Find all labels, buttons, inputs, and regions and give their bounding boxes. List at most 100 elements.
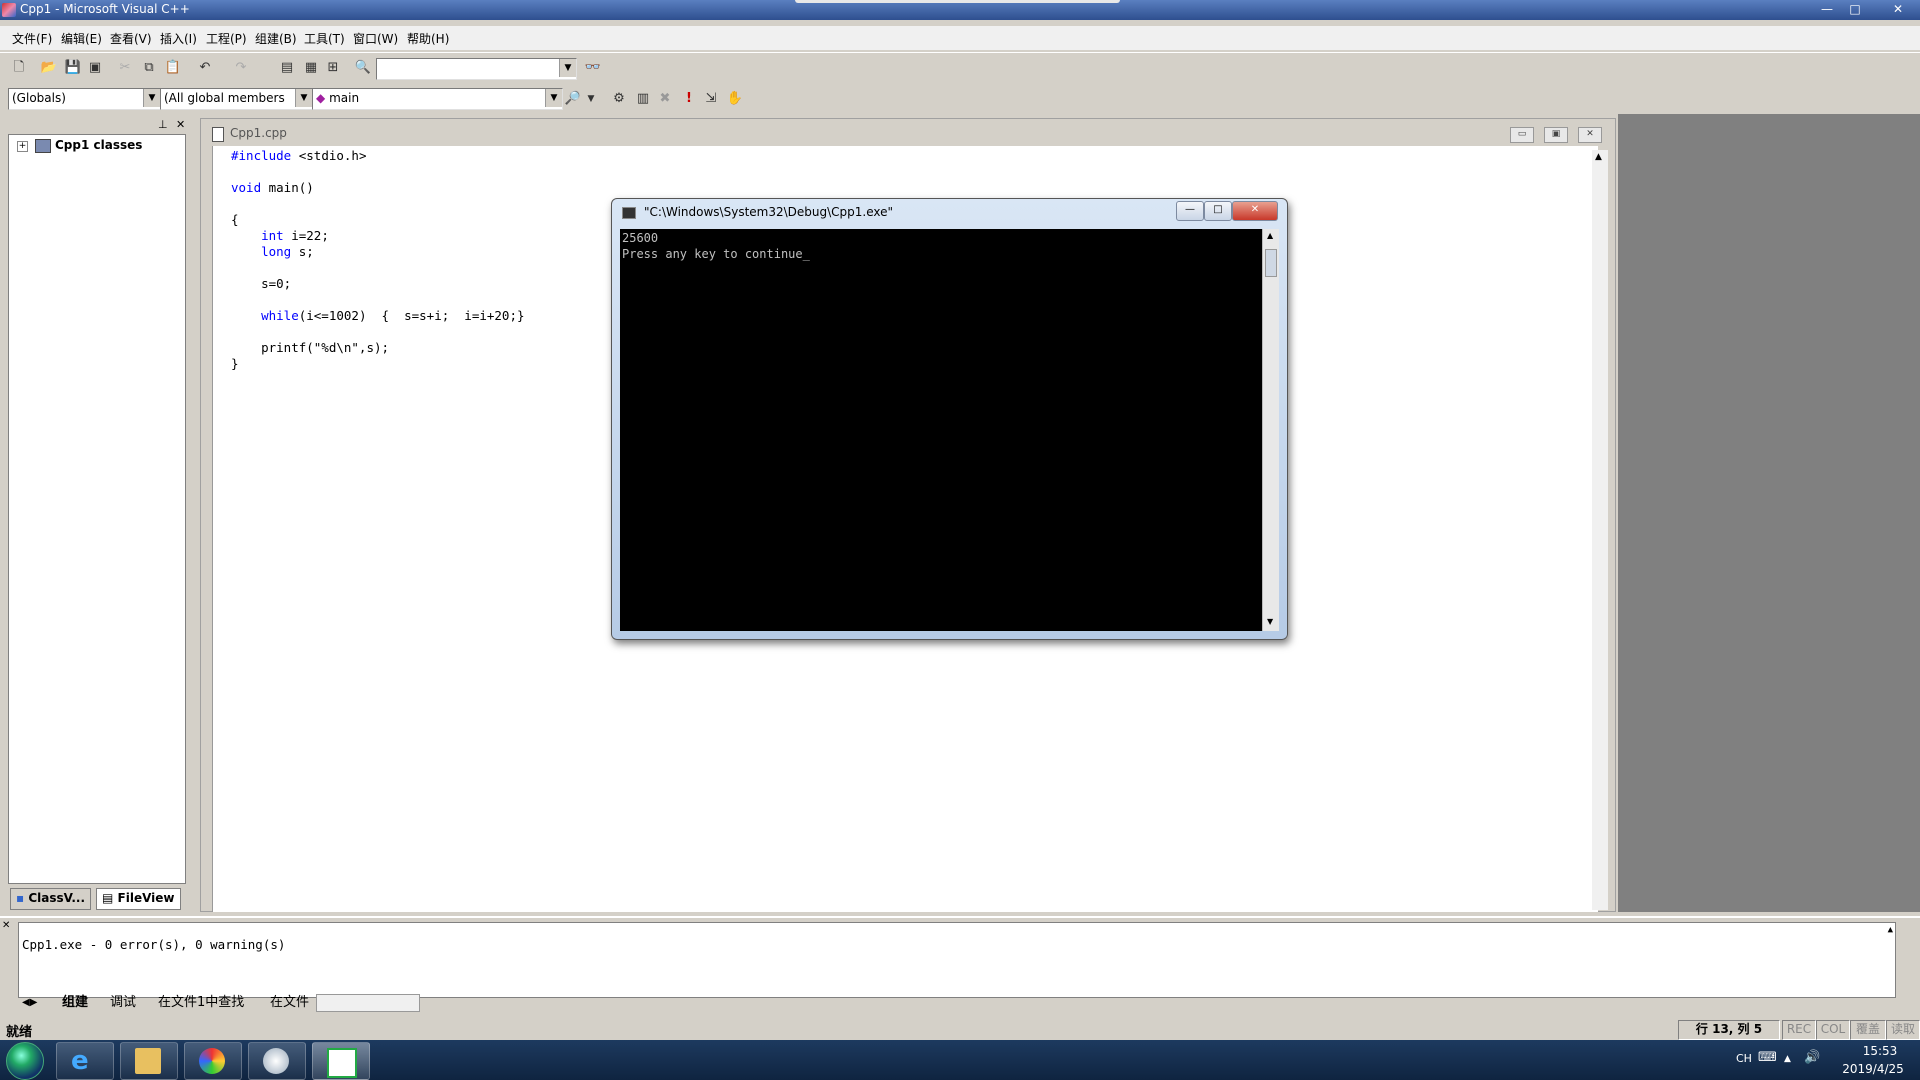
scroll-up-icon[interactable]: ▲ xyxy=(1267,231,1273,240)
clock-date[interactable]: 2019/4/25 xyxy=(1834,1062,1912,1076)
standard-toolbar: 🗋 📂 💾 ▣ ✂ ⧉ 📋 ↶ ↷ ▤ ▦ ⊞ 🔍 ▼ 👓 xyxy=(0,52,1920,82)
tab-debug[interactable]: 调试 xyxy=(110,994,136,1012)
chevron-down-icon[interactable]: ▼ xyxy=(545,89,562,107)
editor-vertical-scrollbar[interactable]: ▲ xyxy=(1592,150,1608,910)
console-minimize-button[interactable]: — xyxy=(1176,201,1204,221)
class-tree: + Cpp1 classes xyxy=(8,134,186,884)
editor-minimize-button[interactable]: ▭ xyxy=(1510,127,1534,143)
volume-icon[interactable]: 🔊 xyxy=(1804,1050,1820,1065)
scope-combo[interactable]: (Globals) ▼ xyxy=(8,88,161,110)
output-text-area[interactable]: Cpp1.exe - 0 error(s), 0 warning(s) ▲ xyxy=(18,922,1896,998)
compile-icon[interactable]: ⚙ xyxy=(608,88,630,110)
close-icon[interactable]: ✕ xyxy=(176,118,185,131)
console-window[interactable]: "C:\Windows\System32\Debug\Cpp1.exe" — □… xyxy=(611,198,1288,640)
code-line: #include <stdio.h> xyxy=(231,148,366,163)
fileview-icon: ▤ xyxy=(102,891,114,905)
menu-build[interactable]: 组建(B) xyxy=(255,30,297,47)
scroll-up-icon[interactable]: ▲ xyxy=(1888,925,1893,935)
taskbar-media[interactable] xyxy=(184,1042,242,1080)
chevron-down-icon[interactable]: ▼ xyxy=(143,89,160,107)
status-text: 就绪 xyxy=(6,1025,33,1040)
function-combo[interactable]: ◆ main ▼ xyxy=(312,88,563,110)
code-text: { xyxy=(231,212,239,227)
clock-time[interactable]: 15:53 xyxy=(1852,1044,1908,1058)
menu-view[interactable]: 查看(V) xyxy=(110,30,152,47)
code-keyword: long xyxy=(231,244,292,259)
keyboard-icon[interactable]: ⌨ xyxy=(1758,1050,1777,1065)
language-indicator[interactable]: CH xyxy=(1736,1052,1752,1065)
new-file-icon[interactable]: 🗋 xyxy=(8,57,30,79)
stop-build-icon[interactable]: ✖ xyxy=(654,88,676,110)
minimize-button[interactable]: — xyxy=(1814,0,1840,18)
paint-icon xyxy=(263,1048,289,1074)
taskbar-ie[interactable]: e xyxy=(56,1042,114,1080)
menu-file[interactable]: 文件(F) xyxy=(12,30,52,47)
tab-fileview[interactable]: ▤ FileView xyxy=(96,888,181,910)
tab-find-in-files-1[interactable]: 在文件1中查找 xyxy=(158,994,244,1012)
go-icon[interactable]: ⇲ xyxy=(700,88,722,110)
editor-restore-button[interactable]: ▣ xyxy=(1544,127,1568,143)
console-output[interactable]: 25600 Press any key to continue_ xyxy=(620,229,1262,631)
menu-help[interactable]: 帮助(H) xyxy=(407,30,449,47)
taskbar-paint[interactable] xyxy=(248,1042,306,1080)
close-button[interactable]: ✕ xyxy=(1880,0,1916,18)
output-horizontal-scrollbar[interactable] xyxy=(316,994,420,1012)
open-folder-icon[interactable]: 📂 xyxy=(38,57,60,79)
dock-icon[interactable]: ⊥ xyxy=(158,118,168,131)
code-keyword: void xyxy=(231,180,262,195)
window-list-icon[interactable]: ⊞ xyxy=(322,57,344,79)
paste-icon[interactable]: 📋 xyxy=(162,57,184,79)
menu-insert[interactable]: 插入(I) xyxy=(160,30,197,47)
workspace-toggle-icon[interactable]: ▤ xyxy=(276,57,298,79)
function-diamond-icon: ◆ xyxy=(316,91,326,105)
binoculars-icon[interactable]: 👓 xyxy=(582,57,604,79)
scroll-thumb[interactable] xyxy=(1265,249,1277,277)
chevron-down-icon[interactable]: ▼ xyxy=(580,88,602,110)
build-icon[interactable]: ▥ xyxy=(632,88,654,110)
close-icon[interactable]: ✕ xyxy=(2,920,10,931)
execute-icon[interactable]: ! xyxy=(678,88,700,110)
code-text: <stdio.h> xyxy=(291,148,367,163)
tab-classview-label: ClassV... xyxy=(28,891,86,905)
breakpoint-hand-icon[interactable]: ✋ xyxy=(724,88,746,110)
status-overwrite: 覆盖 xyxy=(1850,1020,1886,1040)
build-result-text: Cpp1.exe - 0 error(s), 0 warning(s) xyxy=(22,937,286,952)
tree-expand-icon[interactable]: + xyxy=(17,141,28,152)
find-in-files-icon[interactable]: 🔍 xyxy=(352,57,374,79)
tab-classview[interactable]: ▪ ClassV... xyxy=(10,888,92,910)
save-icon[interactable]: 💾 xyxy=(62,57,84,79)
tab-scroll-left-icon[interactable]: ◀▶ xyxy=(22,994,37,1012)
console-close-button[interactable]: ✕ xyxy=(1232,201,1278,221)
console-scrollbar[interactable]: ▲ ▼ xyxy=(1262,229,1279,631)
tab-find-in-files-2[interactable]: 在文件 xyxy=(270,994,309,1012)
editor-titlebar: Cpp1.cpp ▭ ▣ ✕ xyxy=(208,124,1608,144)
code-keyword: int xyxy=(231,228,284,243)
menu-edit[interactable]: 编辑(E) xyxy=(61,30,102,47)
find-combo[interactable]: ▼ xyxy=(376,58,577,80)
taskbar-explorer[interactable] xyxy=(120,1042,178,1080)
console-maximize-button[interactable]: □ xyxy=(1204,201,1232,221)
members-combo[interactable]: (All global members ▼ xyxy=(160,88,313,110)
output-toggle-icon[interactable]: ▦ xyxy=(300,57,322,79)
chevron-down-icon[interactable]: ▼ xyxy=(559,59,576,77)
scroll-up-icon[interactable]: ▲ xyxy=(1595,152,1602,162)
app-logo-icon xyxy=(2,3,16,17)
maximize-button[interactable]: □ xyxy=(1842,0,1868,18)
copy-icon[interactable]: ⧉ xyxy=(138,57,160,79)
menu-project[interactable]: 工程(P) xyxy=(206,30,247,47)
taskbar-vcpp[interactable] xyxy=(312,1042,370,1080)
scroll-down-icon[interactable]: ▼ xyxy=(1267,617,1273,626)
media-icon xyxy=(199,1048,225,1074)
tree-root-label[interactable]: Cpp1 classes xyxy=(55,138,142,152)
chevron-down-icon[interactable]: ▼ xyxy=(295,89,312,107)
tray-expand-icon[interactable]: ▲ xyxy=(1784,1054,1791,1064)
editor-close-button[interactable]: ✕ xyxy=(1578,127,1602,143)
menu-window[interactable]: 窗口(W) xyxy=(353,30,398,47)
save-all-icon[interactable]: ▣ xyxy=(84,57,106,79)
undo-icon[interactable]: ↶ xyxy=(194,57,216,79)
cut-icon[interactable]: ✂ xyxy=(114,57,136,79)
start-button[interactable] xyxy=(6,1042,44,1080)
redo-icon[interactable]: ↷ xyxy=(230,57,252,79)
menu-tools[interactable]: 工具(T) xyxy=(304,30,345,47)
tab-build[interactable]: 组建 xyxy=(62,994,88,1012)
